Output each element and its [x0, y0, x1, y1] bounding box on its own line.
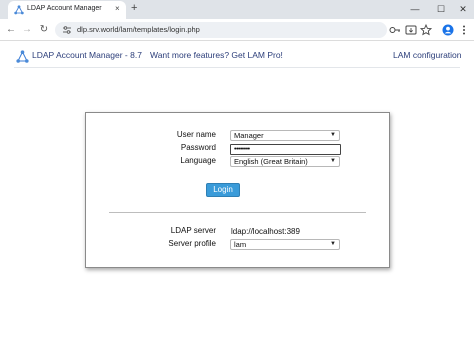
password-value: •••••••• [234, 146, 250, 153]
lam-logo-icon [16, 50, 29, 63]
bookmark-star-icon[interactable] [419, 23, 433, 37]
get-lam-pro-link[interactable]: Want more features? Get LAM Pro! [150, 50, 283, 60]
password-field[interactable]: •••••••• [230, 144, 341, 155]
language-label: Language [180, 156, 216, 165]
tab-title: LDAP Account Manager [27, 5, 102, 12]
chevron-down-icon: ▼ [330, 158, 336, 164]
username-label: User name [176, 130, 216, 139]
browser-tab-bar: LDAP Account Manager × + — ☐ ✕ [0, 0, 474, 19]
form-divider [109, 212, 366, 213]
chevron-down-icon: ▼ [330, 241, 336, 247]
lam-header: LDAP Account Manager - 8.7 Want more fea… [0, 41, 474, 69]
server-profile-label: Server profile [168, 239, 216, 248]
app-title: LDAP Account Manager - 8.7 [32, 50, 142, 60]
server-profile-value: lam [234, 240, 247, 249]
menu-icon[interactable] [457, 23, 471, 37]
window-close-icon[interactable]: ✕ [456, 3, 470, 16]
back-arrow-icon[interactable]: ← [4, 23, 18, 37]
login-form: User name Manager ▼ Password •••••••• La… [85, 112, 390, 268]
close-tab-icon[interactable]: × [115, 4, 120, 14]
username-value: Manager [234, 131, 264, 140]
language-select[interactable]: English (Great Britain) ▼ [230, 156, 340, 167]
url-text[interactable]: dlp.srv.world/lam/templates/login.php [77, 25, 200, 34]
password-label: Password [180, 143, 216, 152]
browser-tab[interactable]: LDAP Account Manager × [8, 1, 126, 19]
login-button[interactable]: Login [206, 183, 240, 197]
address-bar[interactable]: dlp.srv.world/lam/templates/login.php [55, 22, 387, 38]
forward-arrow-icon[interactable]: → [20, 23, 34, 37]
ldap-server-label: LDAP server [170, 226, 216, 235]
lam-favicon-icon [14, 5, 24, 15]
install-app-icon[interactable] [404, 23, 418, 37]
username-select[interactable]: Manager ▼ [230, 130, 340, 141]
password-key-icon[interactable] [388, 23, 402, 37]
browser-toolbar: ← → ↻ dlp.srv.world/lam/templates/login.… [0, 19, 474, 41]
maximize-icon[interactable]: ☐ [434, 3, 448, 16]
language-value: English (Great Britain) [234, 157, 308, 166]
profile-icon[interactable] [441, 23, 455, 37]
server-profile-select[interactable]: lam ▼ [230, 239, 340, 250]
reload-icon[interactable]: ↻ [37, 23, 51, 37]
header-divider [14, 67, 460, 68]
lam-configuration-link[interactable]: LAM configuration [393, 50, 462, 60]
ldap-server-value: ldap://localhost:389 [231, 227, 300, 236]
new-tab-icon[interactable]: + [131, 2, 137, 15]
minimize-icon[interactable]: — [408, 3, 422, 16]
chevron-down-icon: ▼ [330, 132, 336, 138]
tune-icon[interactable] [62, 25, 72, 35]
